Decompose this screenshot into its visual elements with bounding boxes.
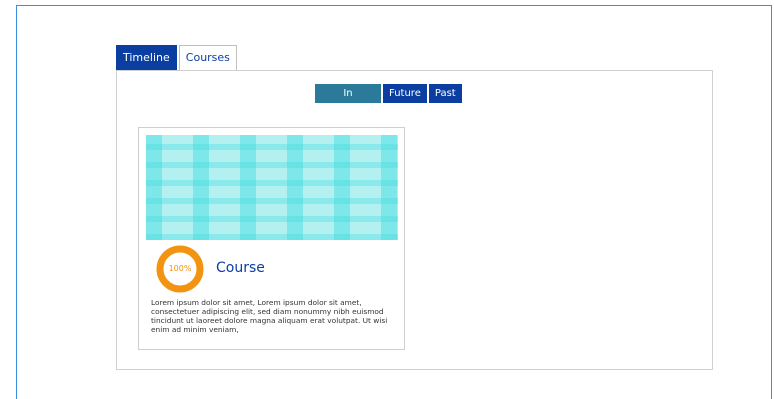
course-description: Lorem ipsum dolor sit amet, Lorem ipsum …: [151, 298, 388, 334]
course-title-link[interactable]: Course: [216, 260, 265, 276]
tab-courses[interactable]: Courses: [178, 45, 237, 70]
tab-timeline[interactable]: Timeline: [116, 45, 177, 70]
timeline-panel: In progress Future Past 100% Course Lore…: [116, 70, 713, 370]
tab-bar: Timeline Courses: [116, 45, 237, 70]
course-image[interactable]: [146, 135, 398, 240]
filter-in-progress-button[interactable]: In progress: [315, 84, 381, 118]
course-filter-group: In progress Future Past: [315, 84, 462, 118]
progress-ring: 100%: [156, 245, 204, 293]
course-card[interactable]: 100% Course Lorem ipsum dolor sit amet, …: [138, 127, 405, 350]
progress-percent-label: 100%: [168, 264, 192, 273]
filter-past-button[interactable]: Past: [428, 84, 462, 103]
filter-future-button[interactable]: Future: [383, 84, 427, 103]
